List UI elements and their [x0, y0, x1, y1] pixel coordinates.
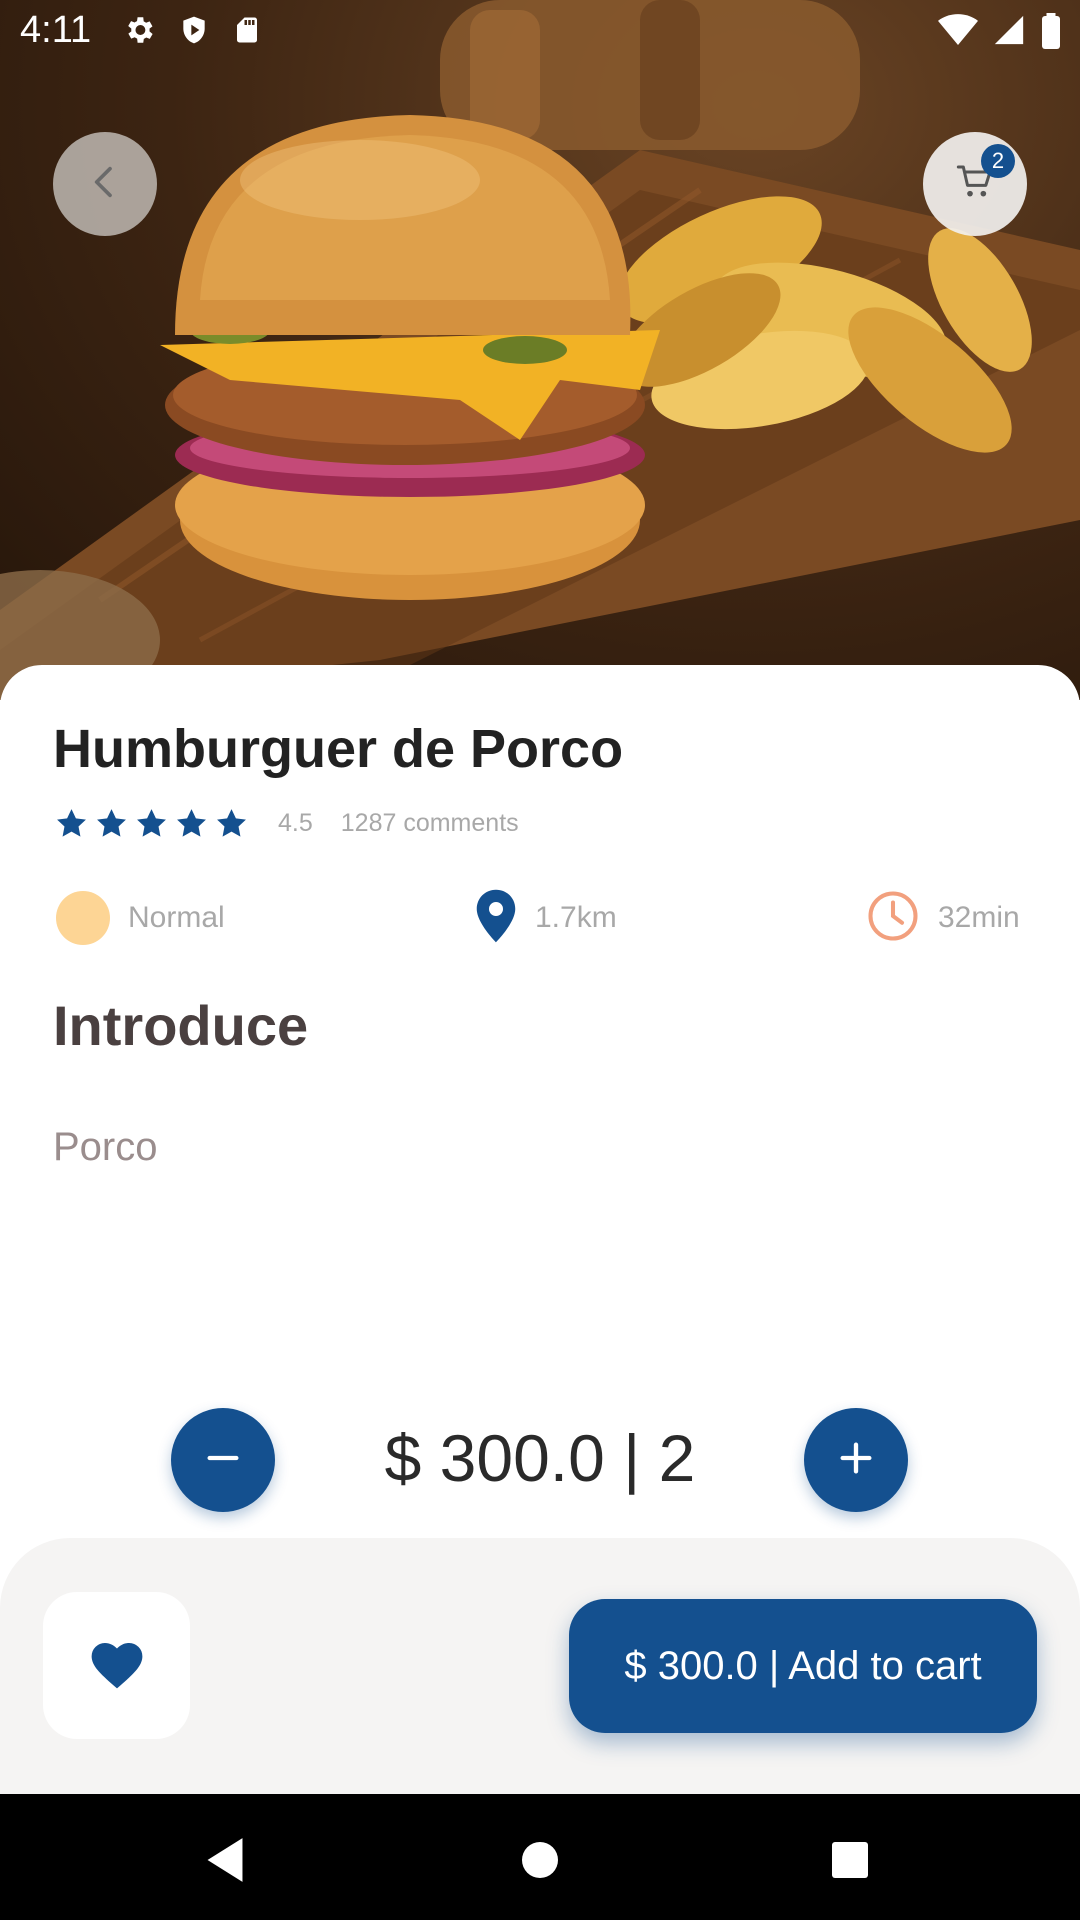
back-button[interactable]: [53, 132, 157, 236]
sd-card-icon: [232, 13, 262, 52]
info-distance: 1.7km: [475, 888, 617, 948]
signal-icon: [992, 13, 1026, 54]
heart-icon: [88, 1636, 146, 1695]
cart-button[interactable]: 2: [923, 132, 1027, 236]
status-bar: 4:11: [0, 0, 1080, 62]
nav-recent-apps-button[interactable]: [820, 1830, 880, 1890]
star-icon: [97, 808, 126, 837]
wifi-icon: [938, 13, 978, 54]
comments-count: 1287 comments: [340, 808, 519, 837]
level-label: Normal: [128, 901, 225, 934]
price-quantity-display: $ 300.0 | 2: [384, 1421, 696, 1495]
product-title: Humburguer de Porco: [53, 719, 624, 779]
star-icon: [57, 808, 86, 837]
info-level: Normal: [56, 888, 225, 948]
nav-home-button[interactable]: [510, 1830, 570, 1890]
nav-recent-icon: [832, 1842, 868, 1878]
plus-icon: [836, 1438, 876, 1483]
chevron-left-icon: [85, 162, 125, 207]
product-image: [0, 0, 1080, 700]
cart-count-badge: 2: [981, 144, 1015, 178]
introduce-heading: Introduce: [53, 994, 309, 1057]
minus-icon: [203, 1438, 243, 1483]
level-dot-icon: [56, 891, 110, 945]
product-description: Porco: [53, 1125, 158, 1169]
rating-row: 4.5 1287 comments: [55, 803, 519, 843]
rating-value: 4.5: [278, 808, 313, 837]
star-icon: [217, 808, 246, 837]
location-pin-icon: [475, 889, 517, 948]
status-time: 4:11: [20, 9, 92, 51]
favorite-button[interactable]: [43, 1592, 190, 1739]
info-time: 32min: [866, 888, 1020, 948]
increase-quantity-button[interactable]: [804, 1408, 908, 1512]
nav-home-icon: [522, 1842, 558, 1878]
distance-label: 1.7km: [535, 901, 617, 934]
star-icon: [137, 808, 166, 837]
star-icon: [177, 808, 206, 837]
system-navigation-bar: [0, 1794, 1080, 1920]
clock-icon: [866, 889, 920, 948]
nav-back-icon: [207, 1838, 243, 1882]
decrease-quantity-button[interactable]: [171, 1408, 275, 1512]
time-label: 32min: [938, 901, 1020, 934]
rating-stars: [55, 807, 248, 840]
add-to-cart-button[interactable]: $ 300.0 | Add to cart: [569, 1599, 1037, 1733]
shield-icon: [178, 13, 210, 52]
battery-icon: [1040, 13, 1062, 54]
nav-back-button[interactable]: [195, 1830, 255, 1890]
settings-icon: [122, 13, 156, 52]
